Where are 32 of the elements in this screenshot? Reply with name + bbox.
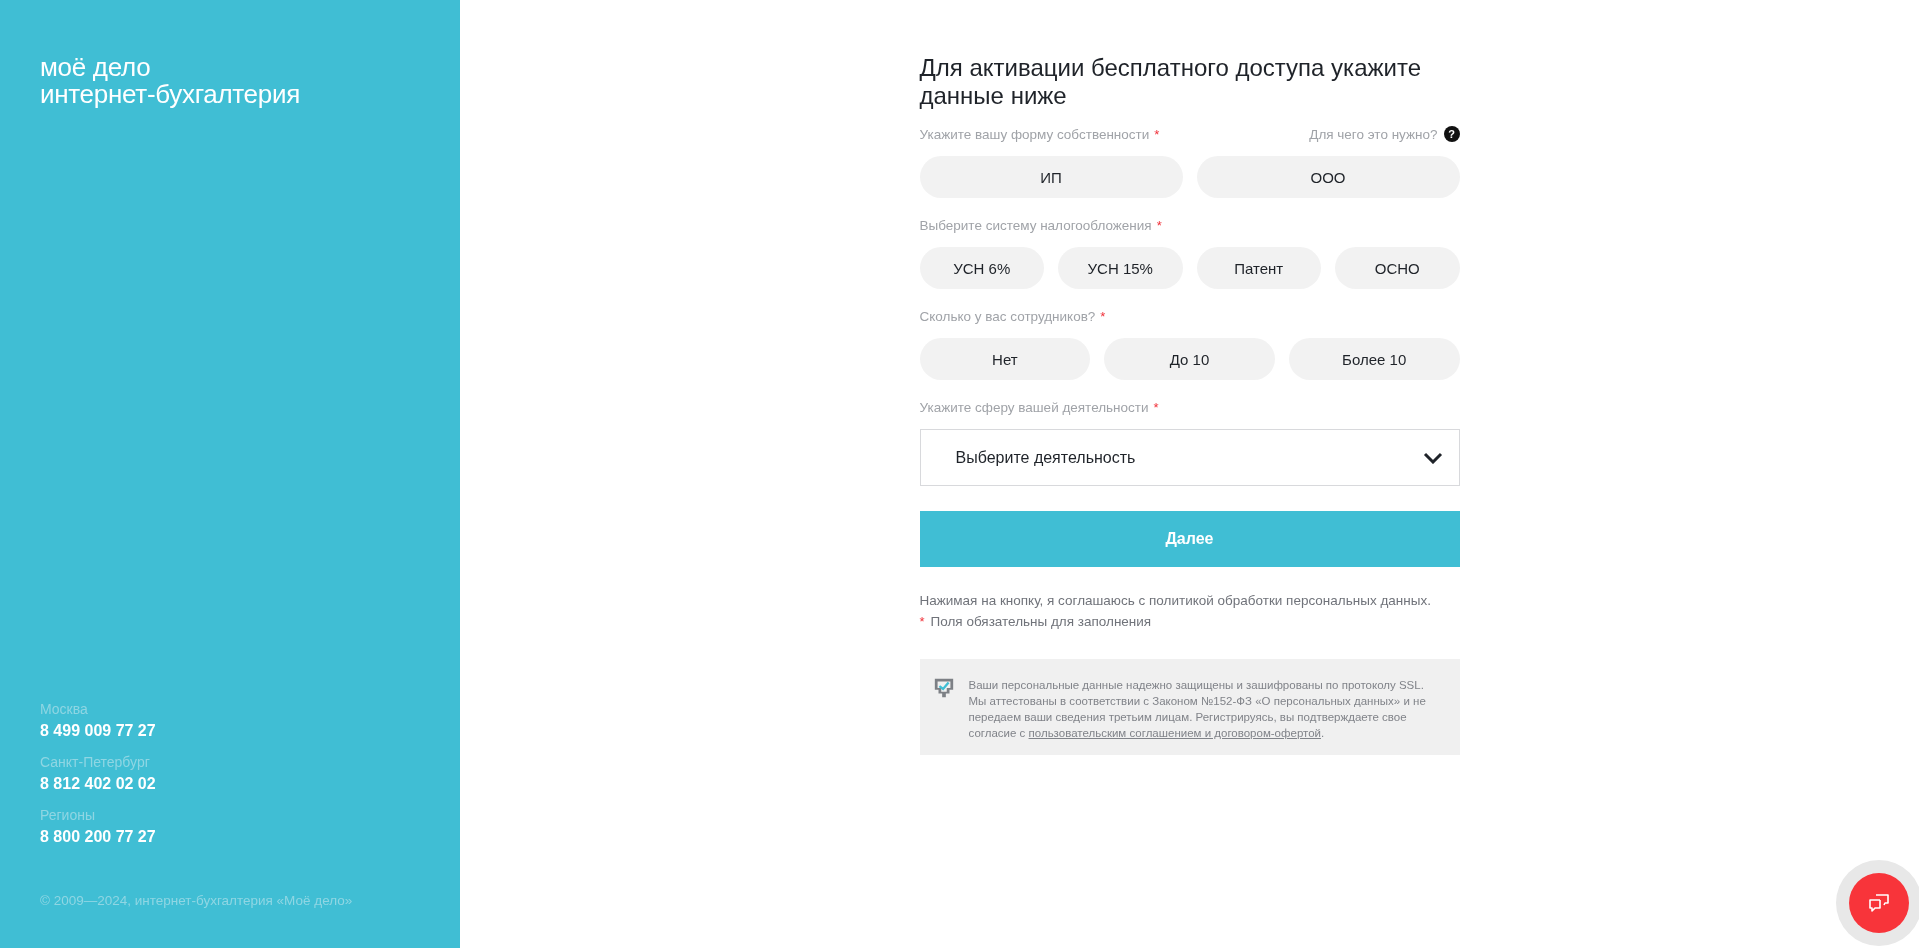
city-label: Регионы xyxy=(40,806,96,824)
agreement-link[interactable]: пользовательским соглашением и договором-офертой xyxy=(1028,727,1321,739)
form-title: Для активации бесплатного доступа укажите данные ниже xyxy=(919,54,1422,110)
option-button[interactable]: Патент xyxy=(1196,247,1321,289)
required-mark: * xyxy=(919,614,925,629)
option-button[interactable]: До 10 xyxy=(1104,338,1275,380)
option-button[interactable]: ИП xyxy=(919,156,1183,198)
required-mark: * xyxy=(1100,309,1106,324)
copyright-text: © 2009—2024, интернет-бухгалтерия «Моё дело» xyxy=(40,893,354,908)
option-button[interactable]: ООО xyxy=(1196,156,1460,198)
required-note: Поля обязательны для заполнения xyxy=(930,614,1152,629)
question-label: Укажите сферу вашей деятельности xyxy=(919,400,1149,415)
required-mark: * xyxy=(1156,218,1162,233)
option-button[interactable]: УСН 15% xyxy=(1058,247,1183,289)
activity-dropdown[interactable]: Выберите деятельность xyxy=(919,429,1460,486)
option-button[interactable]: УСН 6% xyxy=(919,247,1044,289)
option-button[interactable]: ОСНО xyxy=(1335,247,1460,289)
chat-icon xyxy=(1867,891,1891,915)
help-icon[interactable]: ? xyxy=(1443,126,1460,142)
question-label: Укажите вашу форму собственности xyxy=(919,127,1150,142)
city-label: Москва xyxy=(40,700,89,718)
required-mark: * xyxy=(1154,127,1160,142)
option-button[interactable]: Более 10 xyxy=(1288,338,1460,380)
option-button[interactable]: Нет xyxy=(919,338,1091,380)
security-text: Ваши персональные данные надежно защищены и зашифрованы по протоколу SSL. Мы аттестованы в соответствии с Законом №152-ФЗ «О персональных данных» и не передаем ваши сведения третьим лицам. Регистрируясь, вы подтверждаете свое согласие с пользовательским соглашением и договором-офертой. xyxy=(968,678,1427,741)
question-label: Выберите систему налогообложения xyxy=(919,218,1152,233)
chevron-down-icon xyxy=(1422,451,1443,464)
shield-check-icon xyxy=(932,677,955,699)
required-mark: * xyxy=(1153,400,1159,415)
consent-text: Нажимая на кнопку, я соглашаюсь с политикой обработки персональных данных. xyxy=(919,593,1432,608)
city-label: Санкт-Петербург xyxy=(40,753,151,771)
question-label: Сколько у вас сотрудников? xyxy=(919,309,1096,324)
